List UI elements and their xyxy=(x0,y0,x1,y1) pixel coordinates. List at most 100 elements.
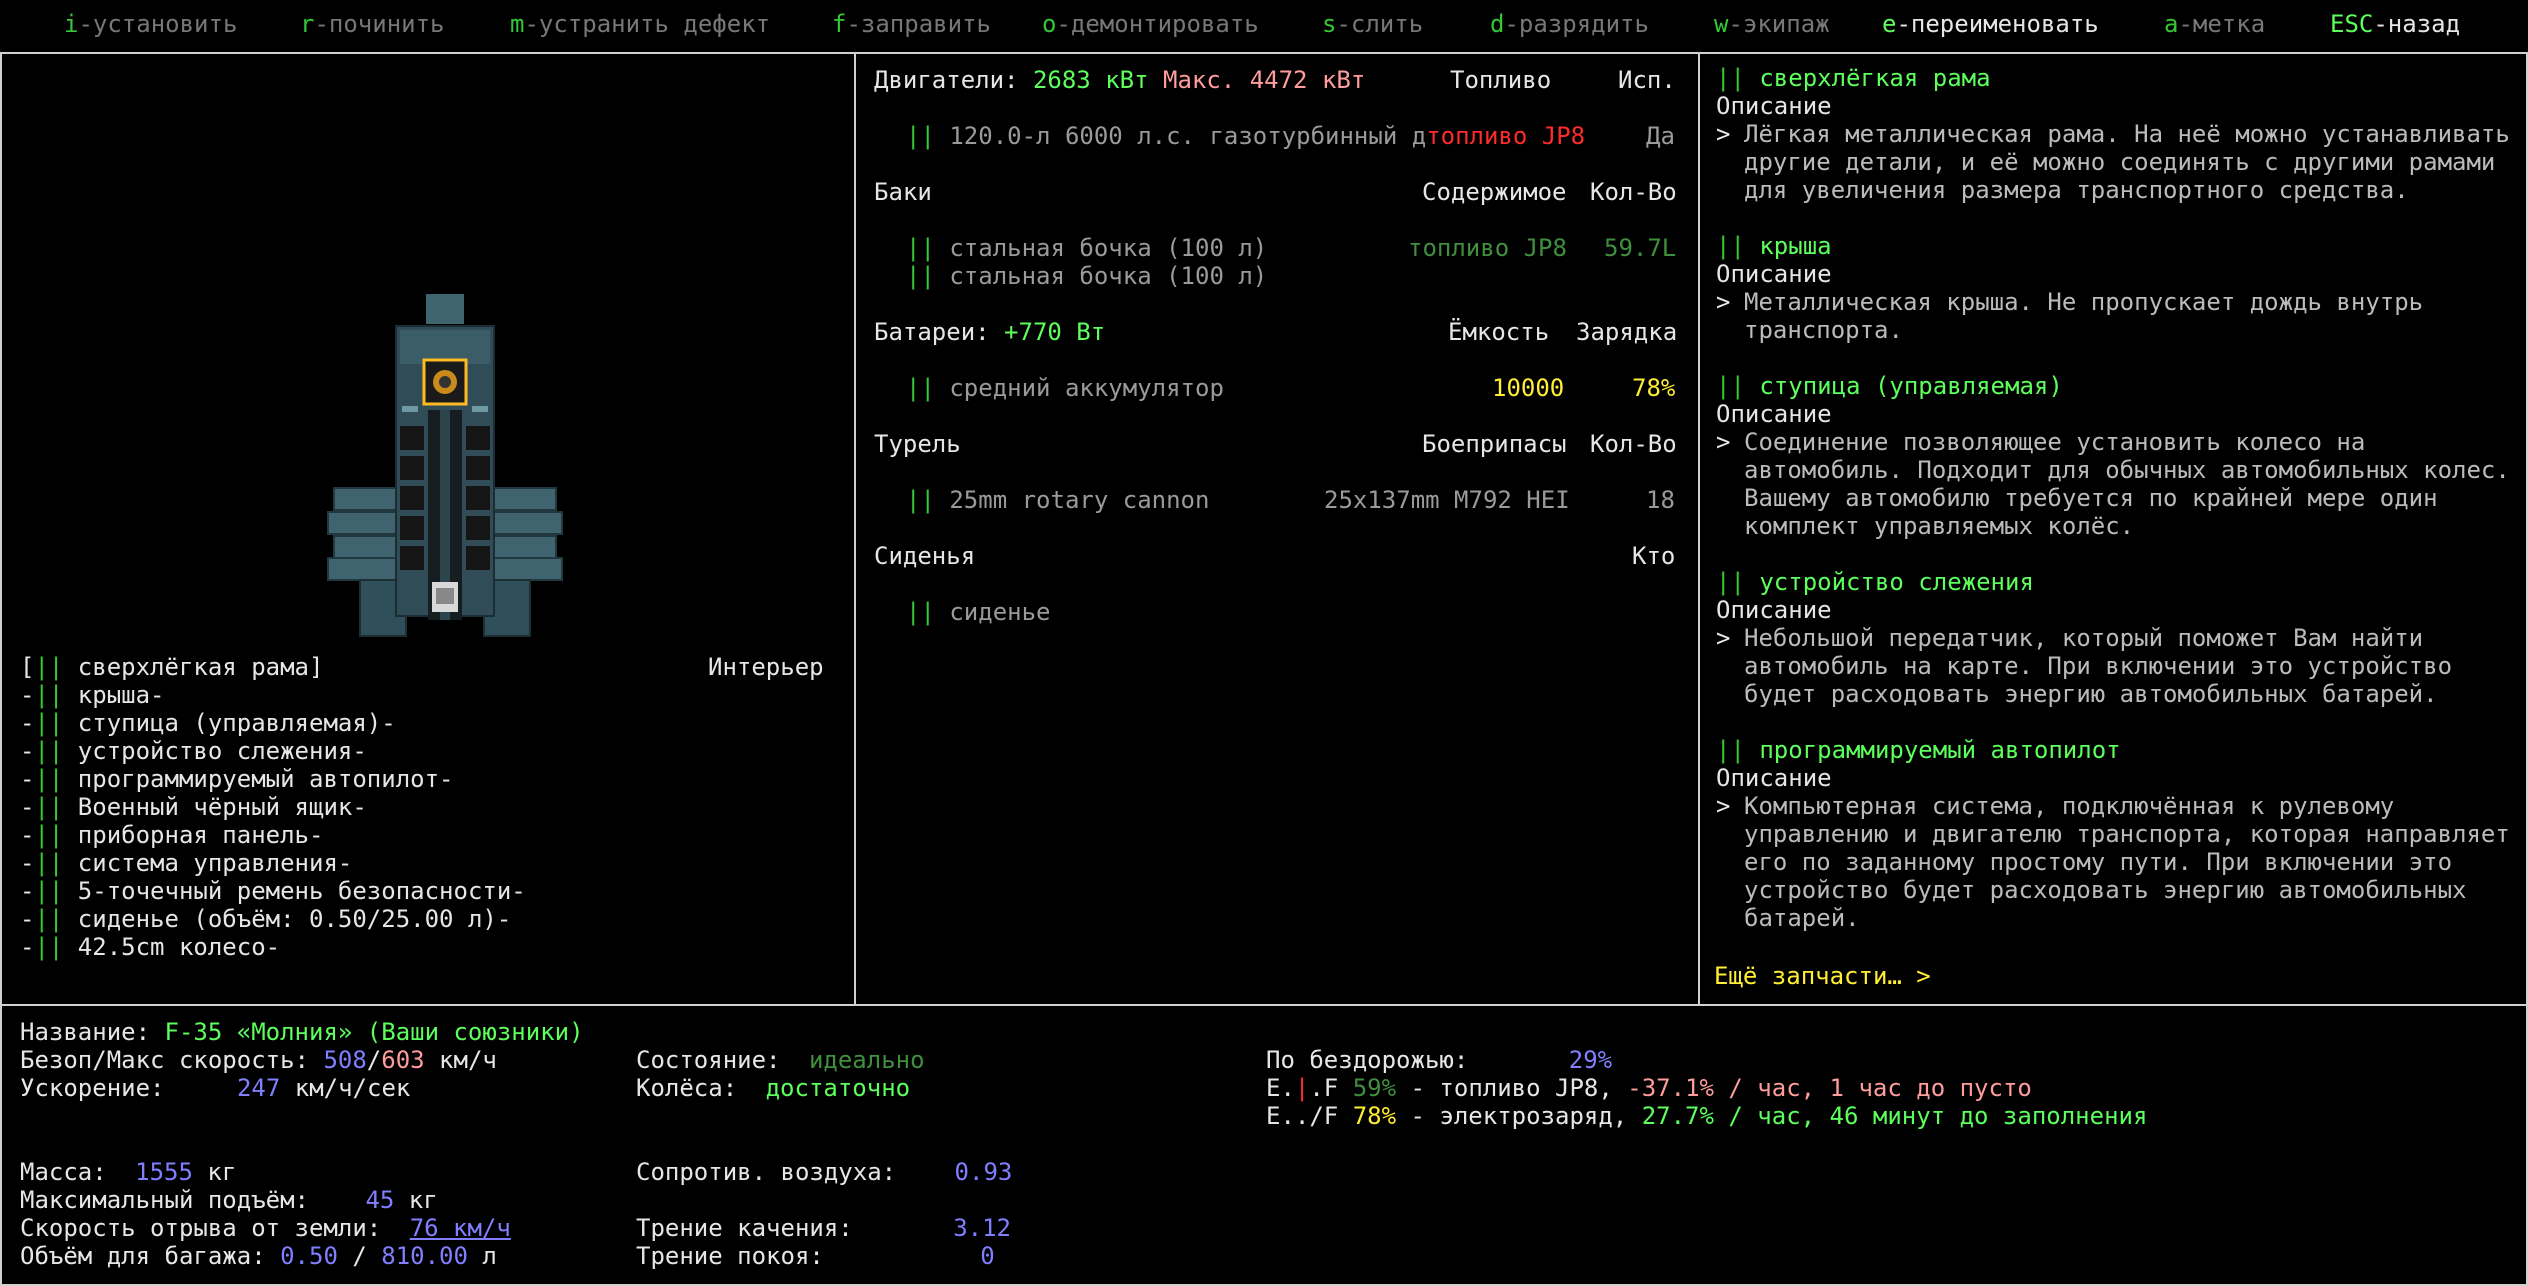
selection-bracket-close: ] xyxy=(309,653,324,681)
cargo-max: 810.00 xyxy=(381,1242,468,1270)
lift-label: Максимальный подъём: xyxy=(20,1186,324,1214)
mass-row: Масса: 1555 кг xyxy=(20,1158,236,1186)
hotkey-label: -разрядить xyxy=(1504,10,1649,38)
description-text: Соединение позволяющее установить колесо… xyxy=(1744,428,2510,540)
description-title: сверхлёгкая рама xyxy=(1744,64,1991,92)
hotkey-key: ESC xyxy=(2330,10,2374,38)
static-row: Трение покоя: 0 xyxy=(636,1242,995,1270)
engine-fuel: топливо JP8 xyxy=(1426,122,1586,150)
hotkey-label: -установить xyxy=(78,10,238,38)
hotkey-mend[interactable]: m-устранить дефект xyxy=(510,10,770,38)
part-name: устройство слежения- xyxy=(63,737,367,765)
description-heading: Описание xyxy=(1716,596,1832,624)
battery-row[interactable]: || средний аккумулятор xyxy=(906,374,1224,402)
part-status-symbol: || xyxy=(906,486,935,514)
rolling-label: Трение качения: xyxy=(636,1214,868,1242)
hotkey-label: -переименовать xyxy=(1896,10,2099,38)
left-border xyxy=(0,52,2,1286)
charge-gauge: E../F xyxy=(1266,1102,1353,1130)
vehicle-name-label: Название: xyxy=(20,1018,165,1046)
parts-item[interactable]: -|| система управления- xyxy=(20,849,352,877)
hotkey-key: o xyxy=(1042,10,1057,38)
engines-header: Двигатели: 2683 кВт Макс. 4472 кВт xyxy=(874,66,1365,94)
part-status-symbol: || xyxy=(1716,568,1745,596)
seats-label: Сиденья xyxy=(874,542,976,570)
vehicle-sprite[interactable] xyxy=(320,290,570,650)
turret-qty: 18 xyxy=(1646,486,1675,514)
vehicle-name: F-35 «Молния» (Ваши союзники) xyxy=(164,1018,584,1046)
hotkey-label-tag[interactable]: a-метка xyxy=(2164,10,2265,38)
hotkey-siphon[interactable]: s-слить xyxy=(1322,10,1423,38)
parts-item[interactable]: -|| сиденье (объём: 0.50/25.00 л)- xyxy=(20,905,511,933)
part-status-symbol: || xyxy=(1716,372,1745,400)
rolling-row: Трение качения: 3.12 xyxy=(636,1214,1011,1242)
hotkey-label: -демонтировать xyxy=(1056,10,1259,38)
wheels-value: достаточно xyxy=(765,1074,911,1102)
turret-row[interactable]: || 25mm rotary cannon xyxy=(906,486,1209,514)
batteries-label: Батареи: xyxy=(874,318,1005,346)
hotkey-remove[interactable]: o-демонтировать xyxy=(1042,10,1259,38)
parts-item[interactable]: -|| приборная панель- xyxy=(20,821,323,849)
parts-item[interactable]: -|| ступица (управляемая)- xyxy=(20,709,396,737)
offroad-value: 29% xyxy=(1568,1046,1613,1074)
part-status-symbol: || xyxy=(34,793,64,821)
parts-item[interactable]: -|| устройство слежения- xyxy=(20,737,367,765)
cargo-row: Объём для багажа: 0.50 / 810.00 л xyxy=(20,1242,497,1270)
hotkey-label: -устранить дефект xyxy=(524,10,771,38)
description-heading: Описание xyxy=(1716,260,1832,288)
batteries-col-capacity: Ёмкость xyxy=(1448,318,1550,346)
hotkey-install[interactable]: i-установить xyxy=(64,10,237,38)
tanks-label: Баки xyxy=(874,178,932,206)
part-status-symbol: || xyxy=(34,849,64,877)
parts-item[interactable]: -|| программируемый автопилот- xyxy=(20,765,454,793)
hotkey-key: a xyxy=(2164,10,2179,38)
mass-unit: кг xyxy=(192,1158,237,1186)
part-status-symbol: || xyxy=(906,262,935,290)
speed-row: Безоп/Макс скорость: 508/603 км/ч xyxy=(20,1046,497,1074)
engine-use[interactable]: Да xyxy=(1646,122,1675,150)
turret-name: 25mm rotary cannon xyxy=(934,486,1210,514)
parts-item[interactable]: -|| 5-точечный ремень безопасности- xyxy=(20,877,526,905)
hotkey-crew[interactable]: w-экипаж xyxy=(1714,10,1830,38)
lift-unit: кг xyxy=(394,1186,438,1214)
speed-label: Безоп/Макс скорость: xyxy=(20,1046,324,1074)
seat-row[interactable]: || сиденье xyxy=(906,598,1051,626)
cargo-separator: / xyxy=(337,1242,382,1270)
condition-row: Состояние: идеально xyxy=(636,1046,925,1074)
drag-value: 0.93 xyxy=(954,1158,1013,1186)
more-parts-link[interactable]: Ещё запчасти… > xyxy=(1714,962,1931,990)
hotkey-refill[interactable]: f-заправить xyxy=(832,10,991,38)
tank-qty: 59.7L xyxy=(1604,234,1677,262)
description-text: Лёгкая металлическая рама. На неё можно … xyxy=(1744,120,2510,204)
safe-speed: 508 xyxy=(323,1046,367,1074)
hotkey-unload[interactable]: d-разрядить xyxy=(1490,10,1649,38)
hotkey-repair[interactable]: r-починить xyxy=(300,10,445,38)
cargo-value: 0.50 xyxy=(280,1242,338,1270)
tank-row[interactable]: || стальная бочка (100 л) xyxy=(906,234,1267,262)
parts-item[interactable]: -|| Военный чёрный ящик- xyxy=(20,793,367,821)
engine-row[interactable]: || 120.0-л 6000 л.с. газотурбинный дтопл… xyxy=(906,122,1585,150)
hotkey-rename[interactable]: e-переименовать xyxy=(1882,10,2099,38)
static-label: Трение покоя: xyxy=(636,1242,839,1270)
speed-unit: км/ч xyxy=(424,1046,497,1074)
charge-gauge-row: E../F 78% - электрозаряд, 27.7% / час, 4… xyxy=(1266,1102,2147,1130)
takeoff-row: Скорость отрыва от земли: 76 км/ч xyxy=(20,1214,511,1242)
tank-row[interactable]: || стальная бочка (100 л) xyxy=(906,262,1267,290)
max-speed: 603 xyxy=(381,1046,425,1074)
description-text: Небольшой передатчик, который поможет Ва… xyxy=(1744,624,2453,708)
tanks-col-qty: Кол-Во xyxy=(1590,178,1677,206)
part-status-symbol: || xyxy=(906,122,935,150)
parts-item[interactable]: -|| 42.5cm колесо- xyxy=(20,933,280,961)
parts-item-selected[interactable]: [|| сверхлёгкая рама] xyxy=(20,653,323,681)
hotkey-label: -экипаж xyxy=(1728,10,1830,38)
description-heading: Описание xyxy=(1716,764,1832,792)
chevron-right-icon: > xyxy=(1716,288,1731,316)
battery-charge: 78% xyxy=(1632,374,1676,402)
hotkey-back[interactable]: ESC-назад xyxy=(2330,10,2460,38)
part-name: ступица (управляемая)- xyxy=(63,709,396,737)
takeoff-value: 76 км/ч xyxy=(409,1214,511,1242)
description-title: программируемый автопилот xyxy=(1744,736,2121,764)
parts-item[interactable]: -|| крыша- xyxy=(20,681,165,709)
offroad-row: По бездорожью: 29% xyxy=(1266,1046,1612,1074)
batteries-col-charge: Зарядка xyxy=(1576,318,1678,346)
